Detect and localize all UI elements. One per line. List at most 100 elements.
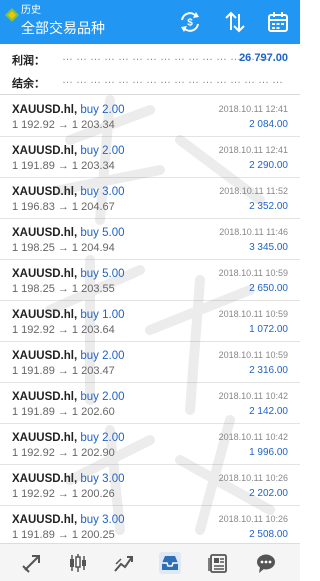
trade-prices: 1 196.83 → 1 204.67 xyxy=(12,201,115,213)
trade-symbol-line: XAUUSD.hl, buy 2.00 xyxy=(12,391,125,403)
trade-row[interactable]: XAUUSD.hl, buy 3.00 1 191.89 → 1 200.25 20… xyxy=(0,506,300,543)
trade-type: buy 3.00 xyxy=(80,473,125,485)
trade-datetime: 2018.10.11 10:42 xyxy=(218,432,288,442)
trade-prices: 1 192.92 → 1 200.26 xyxy=(12,488,115,500)
summary-divider xyxy=(0,94,300,95)
trade-datetime: 2018.10.11 10:42 xyxy=(218,391,288,401)
trade-symbol: XAUUSD.hl, xyxy=(12,432,78,444)
trade-prices: 1 192.92 → 1 203.64 xyxy=(12,324,115,336)
trade-type: buy 2.00 xyxy=(80,145,125,157)
trade-type: buy 2.00 xyxy=(80,104,125,116)
header-title[interactable]: 全部交易品种 xyxy=(21,19,105,37)
trade-symbol-line: XAUUSD.hl, buy 3.00 xyxy=(12,186,125,198)
news-icon[interactable] xyxy=(207,552,229,574)
trade-datetime: 2018.10.11 12:41 xyxy=(218,145,288,155)
trade-row[interactable]: XAUUSD.hl, buy 2.00 1 191.89 → 1 202.60 20… xyxy=(0,383,300,424)
trade-profit: 2 084.00 xyxy=(249,119,288,130)
trade-row[interactable]: XAUUSD.hl, buy 3.00 1 192.92 → 1 200.26 20… xyxy=(0,465,300,506)
trade-type: buy 1.00 xyxy=(80,309,125,321)
quotes-icon[interactable] xyxy=(21,552,43,574)
trade-datetime: 2018.10.11 10:59 xyxy=(218,350,288,360)
trade-row[interactable]: XAUUSD.hl, buy 2.00 1 192.92 → 1 202.90 20… xyxy=(0,424,300,465)
profit-row: 利润： ………………………………………… 26 797.00 xyxy=(0,46,300,70)
trade-icon[interactable] xyxy=(113,552,135,574)
trade-type: buy 2.00 xyxy=(80,391,125,403)
trade-type: buy 3.00 xyxy=(80,514,125,526)
trade-type: buy 3.00 xyxy=(80,186,125,198)
trade-datetime: 2018.10.11 12:41 xyxy=(218,104,288,114)
trade-profit: 1 072.00 xyxy=(249,324,288,335)
dollar-cycle-icon[interactable]: $ xyxy=(178,10,202,34)
trade-prices: 1 198.25 → 1 203.55 xyxy=(12,283,115,295)
profit-label: 利润： xyxy=(12,55,45,67)
balance-dots: ………………………………………… xyxy=(62,74,286,86)
calendar-icon[interactable] xyxy=(266,10,290,34)
bottom-navigation xyxy=(0,543,300,581)
trade-datetime: 2018.10.11 11:52 xyxy=(219,186,288,196)
trade-type: buy 5.00 xyxy=(80,268,125,280)
balance-label: 结余： xyxy=(12,78,45,90)
trade-type: buy 5.00 xyxy=(80,227,125,239)
trade-symbol-line: XAUUSD.hl, buy 2.00 xyxy=(12,145,125,157)
history-tab-active[interactable] xyxy=(159,552,181,574)
trade-symbol-line: XAUUSD.hl, buy 5.00 xyxy=(12,268,125,280)
trade-row[interactable]: XAUUSD.hl, buy 2.00 1 191.89 → 1 203.47 20… xyxy=(0,342,300,383)
trade-symbol: XAUUSD.hl, xyxy=(12,391,78,403)
trade-profit: 1 996.00 xyxy=(249,447,288,458)
trade-datetime: 2018.10.11 10:26 xyxy=(218,473,288,483)
trade-symbol-line: XAUUSD.hl, buy 3.00 xyxy=(12,473,125,485)
trade-symbol-line: XAUUSD.hl, buy 2.00 xyxy=(12,104,125,116)
trade-symbol-line: XAUUSD.hl, buy 2.00 xyxy=(12,350,125,362)
trade-symbol-line: XAUUSD.hl, buy 2.00 xyxy=(12,432,125,444)
trade-datetime: 2018.10.11 10:59 xyxy=(218,309,288,319)
history-icon xyxy=(162,556,178,570)
trade-symbol: XAUUSD.hl, xyxy=(12,268,78,280)
app-header: 历史 全部交易品种 $ xyxy=(0,0,300,44)
trade-prices: 1 192.92 → 1 202.90 xyxy=(12,447,115,459)
trade-symbol: XAUUSD.hl, xyxy=(12,104,78,116)
trade-symbol: XAUUSD.hl, xyxy=(12,227,78,239)
trade-profit: 2 290.00 xyxy=(249,160,288,171)
trade-type: buy 2.00 xyxy=(80,350,125,362)
trade-symbol: XAUUSD.hl, xyxy=(12,145,78,157)
sort-arrows-icon[interactable] xyxy=(223,10,247,34)
trade-prices: 1 191.89 → 1 200.25 xyxy=(12,529,115,541)
trade-prices: 1 198.25 → 1 204.94 xyxy=(12,242,115,254)
trade-profit: 2 650.00 xyxy=(249,283,288,294)
trade-datetime: 2018.10.11 10:59 xyxy=(218,268,288,278)
trade-profit: 2 142.00 xyxy=(249,406,288,417)
trade-profit: 2 352.00 xyxy=(249,201,288,212)
trade-symbol: XAUUSD.hl, xyxy=(12,186,78,198)
trade-row[interactable]: XAUUSD.hl, buy 2.00 1 192.92 → 1 203.34 20… xyxy=(0,96,300,137)
trade-row[interactable]: XAUUSD.hl, buy 5.00 1 198.25 → 1 204.94 20… xyxy=(0,219,300,260)
trade-profit: 3 345.00 xyxy=(249,242,288,253)
trade-profit: 2 202.00 xyxy=(249,488,288,499)
trade-symbol: XAUUSD.hl, xyxy=(12,309,78,321)
svg-text:$: $ xyxy=(187,18,193,29)
trade-list[interactable]: XAUUSD.hl, buy 2.00 1 192.92 → 1 203.34 20… xyxy=(0,96,300,543)
chart-icon[interactable] xyxy=(67,552,89,574)
trade-profit: 2 316.00 xyxy=(249,365,288,376)
trade-profit: 2 508.00 xyxy=(249,529,288,540)
chat-icon[interactable] xyxy=(255,552,277,574)
trade-type: buy 2.00 xyxy=(80,432,125,444)
trade-symbol: XAUUSD.hl, xyxy=(12,514,78,526)
trade-prices: 1 191.89 → 1 203.34 xyxy=(12,160,115,172)
trade-symbol-line: XAUUSD.hl, buy 3.00 xyxy=(12,514,125,526)
trade-row[interactable]: XAUUSD.hl, buy 2.00 1 191.89 → 1 203.34 20… xyxy=(0,137,300,178)
trade-symbol-line: XAUUSD.hl, buy 5.00 xyxy=(12,227,125,239)
trade-row[interactable]: XAUUSD.hl, buy 5.00 1 198.25 → 1 203.55 20… xyxy=(0,260,300,301)
trade-row[interactable]: XAUUSD.hl, buy 3.00 1 196.83 → 1 204.67 20… xyxy=(0,178,300,219)
trade-symbol: XAUUSD.hl, xyxy=(12,473,78,485)
trade-symbol-line: XAUUSD.hl, buy 1.00 xyxy=(12,309,125,321)
header-subtitle: 历史 xyxy=(21,5,41,16)
summary-panel: 利润： ………………………………………… 26 797.00 结余： ……………… xyxy=(0,44,300,94)
app-logo-icon[interactable] xyxy=(4,7,20,23)
balance-row: 结余： ………………………………………… xyxy=(0,69,300,93)
trade-prices: 1 191.89 → 1 203.47 xyxy=(12,365,115,377)
trade-row[interactable]: XAUUSD.hl, buy 1.00 1 192.92 → 1 203.64 20… xyxy=(0,301,300,342)
trade-symbol: XAUUSD.hl, xyxy=(12,350,78,362)
profit-value: 26 797.00 xyxy=(239,52,288,64)
trade-datetime: 2018.10.11 11:46 xyxy=(219,227,288,237)
trade-datetime: 2018.10.11 10:26 xyxy=(218,514,288,524)
